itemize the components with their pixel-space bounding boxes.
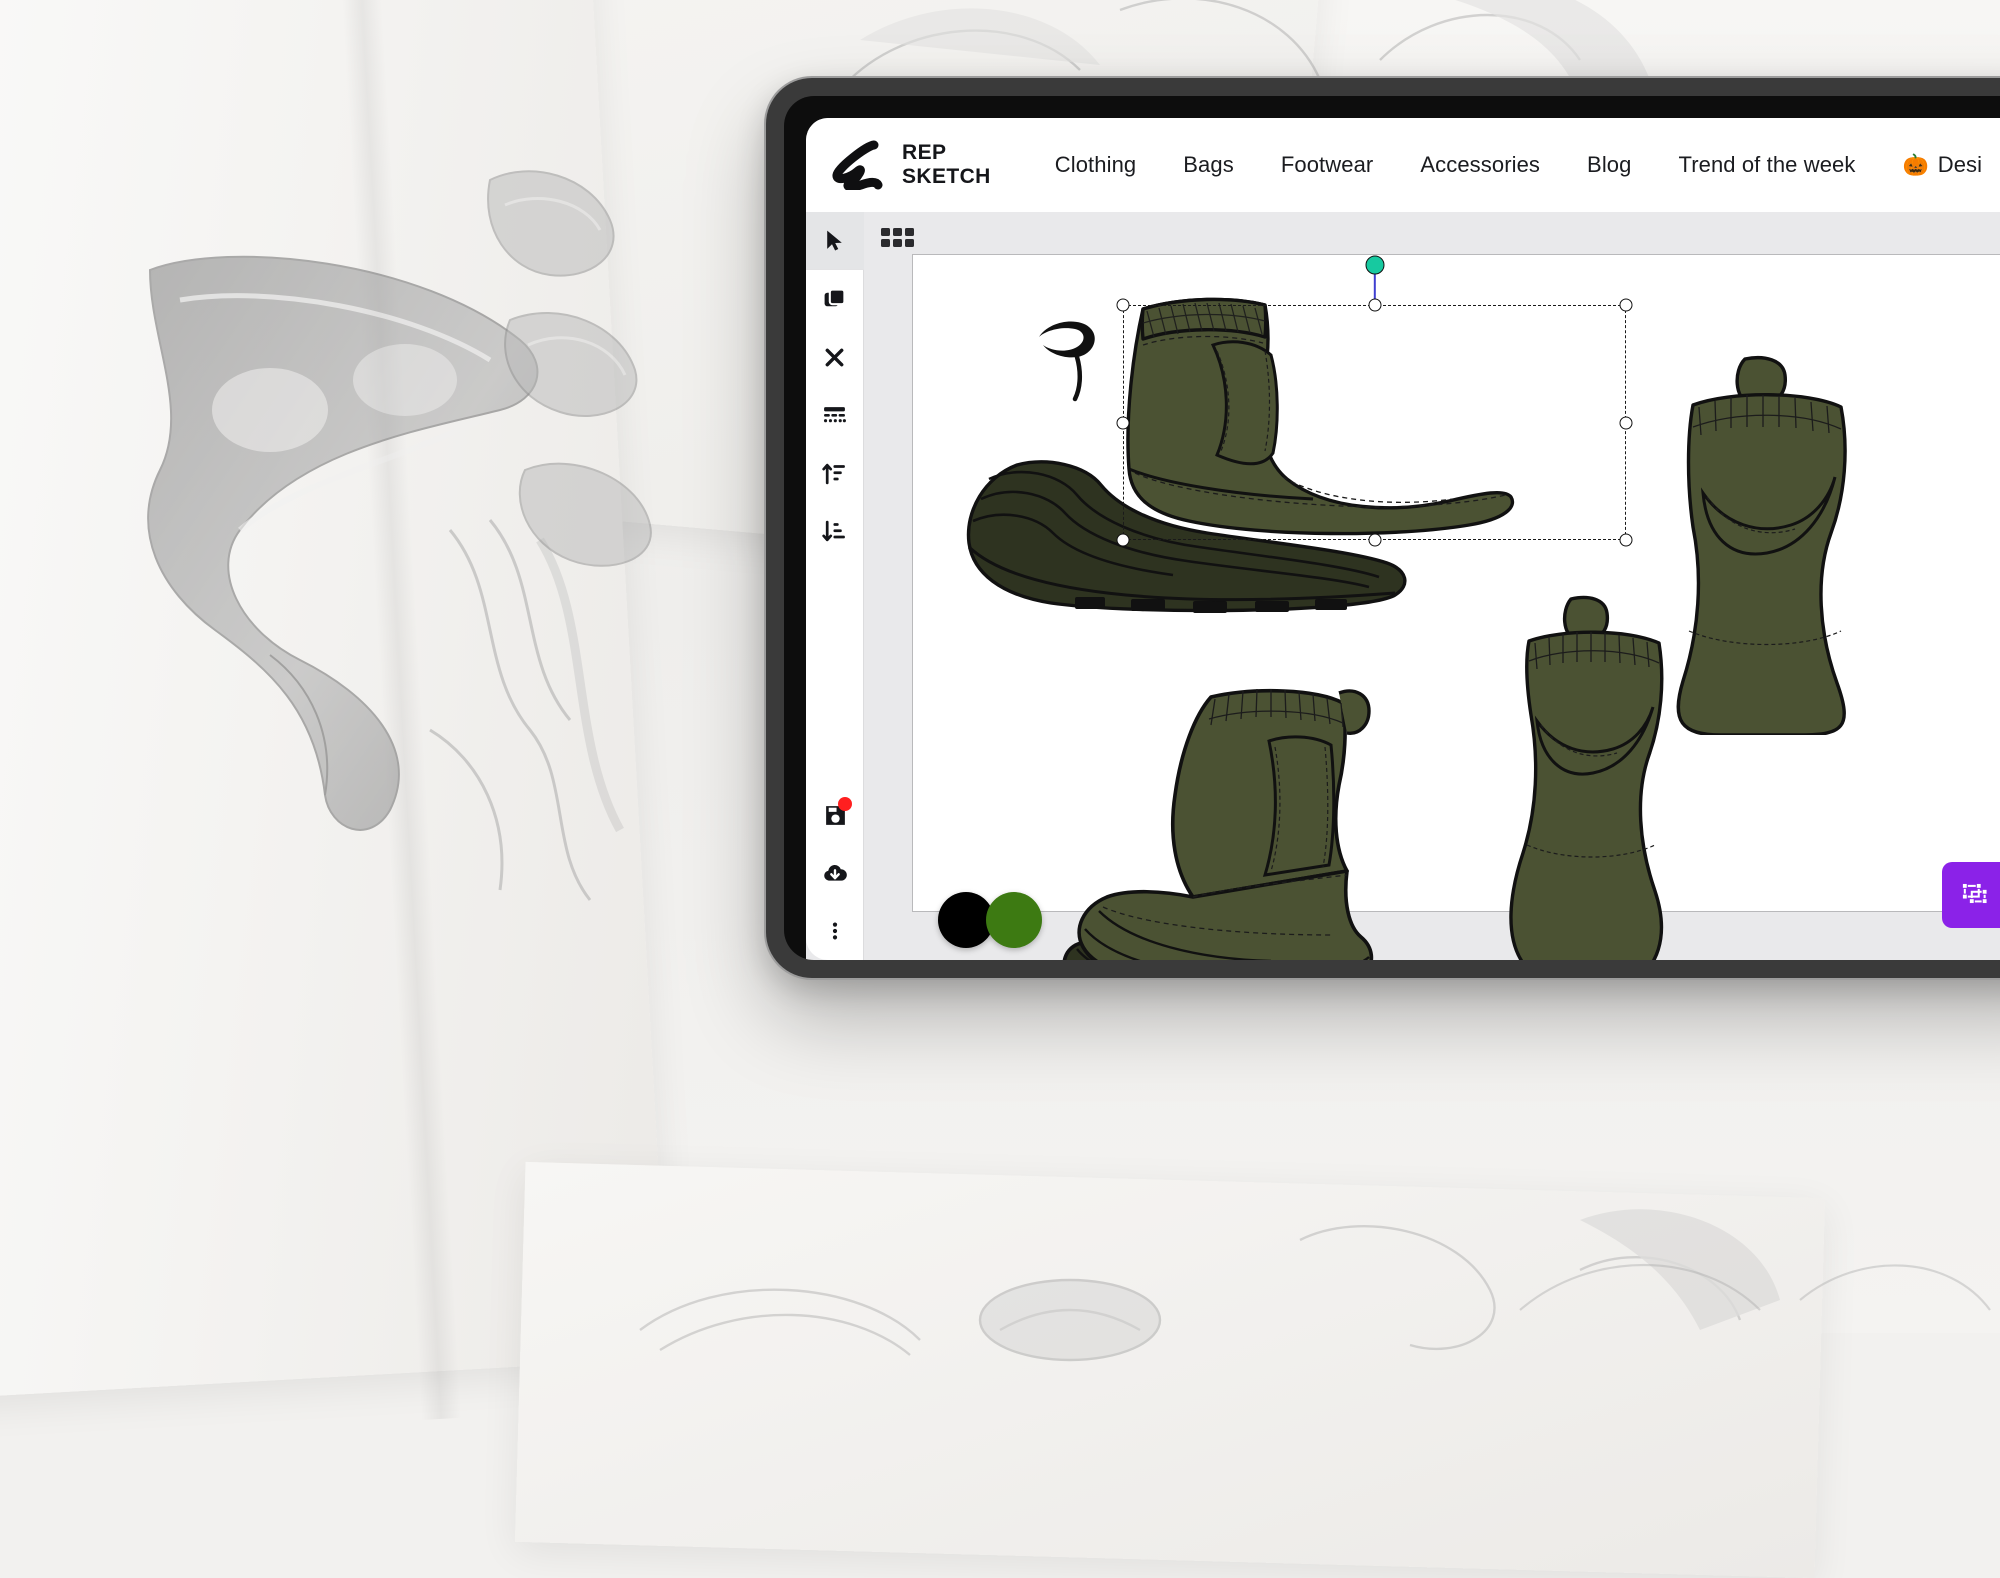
line-style-tool[interactable] [806,386,864,444]
design-canvas[interactable] [912,254,2000,912]
boot-chunky-sole-side[interactable] [955,455,1425,625]
app-window: REP SKETCH Clothing Bags Footwear Access… [806,118,2000,960]
left-toolbar [806,212,864,960]
artwork-boots [913,255,2000,911]
sort-ascending-tool[interactable] [806,444,864,502]
nav-item-footwear[interactable]: Footwear [1281,152,1374,178]
nav-item-trend-of-the-week[interactable]: Trend of the week [1678,152,1855,178]
line-weights-icon [822,403,847,428]
brand-name: REP SKETCH [902,141,991,188]
nav-item-accessories[interactable]: Accessories [1420,152,1540,178]
sort-descending-tool[interactable] [806,502,864,560]
pumpkin-icon: 🎃 [1902,155,1928,176]
grid-apps-icon[interactable] [881,226,915,250]
sort-descending-icon [822,519,847,544]
transform-nodes-button[interactable] [1942,862,2000,928]
vector-nodes-icon [1960,880,1990,910]
more-vertical-icon [824,920,846,942]
boot-three-quarter-view[interactable] [1043,685,1443,960]
accent-leaf-shape[interactable] [1031,313,1111,403]
nav-item-design-promo[interactable]: 🎃 Desi [1902,152,1982,178]
pencil-sketch-small-shoes [470,150,700,580]
toolbar-bottom-group [806,786,864,960]
copy-layers-icon [822,287,847,312]
boot-front-view-large[interactable] [1661,355,1871,735]
rep-sketch-scribble-logo-icon [828,140,886,190]
brand-logo[interactable]: REP SKETCH [828,140,991,190]
sort-ascending-icon [822,461,847,486]
save-tool[interactable] [806,786,864,844]
close-x-icon [823,346,846,369]
nav-item-bags[interactable]: Bags [1183,152,1234,178]
floating-action-buttons [1942,862,2000,928]
tablet-device: REP SKETCH Clothing Bags Footwear Access… [766,78,2000,978]
delete-tool[interactable] [806,328,864,386]
swatch-olive-green[interactable] [986,892,1042,948]
select-tool[interactable] [806,212,864,270]
main-nav: Clothing Bags Footwear Accessories Blog … [1055,152,1982,178]
duplicate-tool[interactable] [806,270,864,328]
cloud-download-icon [822,860,848,886]
color-swatches [938,892,1042,948]
download-tool[interactable] [806,844,864,902]
canvas-area [864,212,2000,960]
tablet-screen: REP SKETCH Clothing Bags Footwear Access… [784,96,2000,960]
nav-item-design-label: Desi [1938,152,1982,178]
more-options-tool[interactable] [806,902,864,960]
workspace [806,212,2000,960]
cursor-arrow-icon [822,228,847,253]
save-notification-badge [838,797,852,811]
nav-item-clothing[interactable]: Clothing [1055,152,1137,178]
pencil-sketch-right [1500,1230,2000,1340]
app-header: REP SKETCH Clothing Bags Footwear Access… [806,118,2000,212]
nav-item-blog[interactable]: Blog [1587,152,1631,178]
